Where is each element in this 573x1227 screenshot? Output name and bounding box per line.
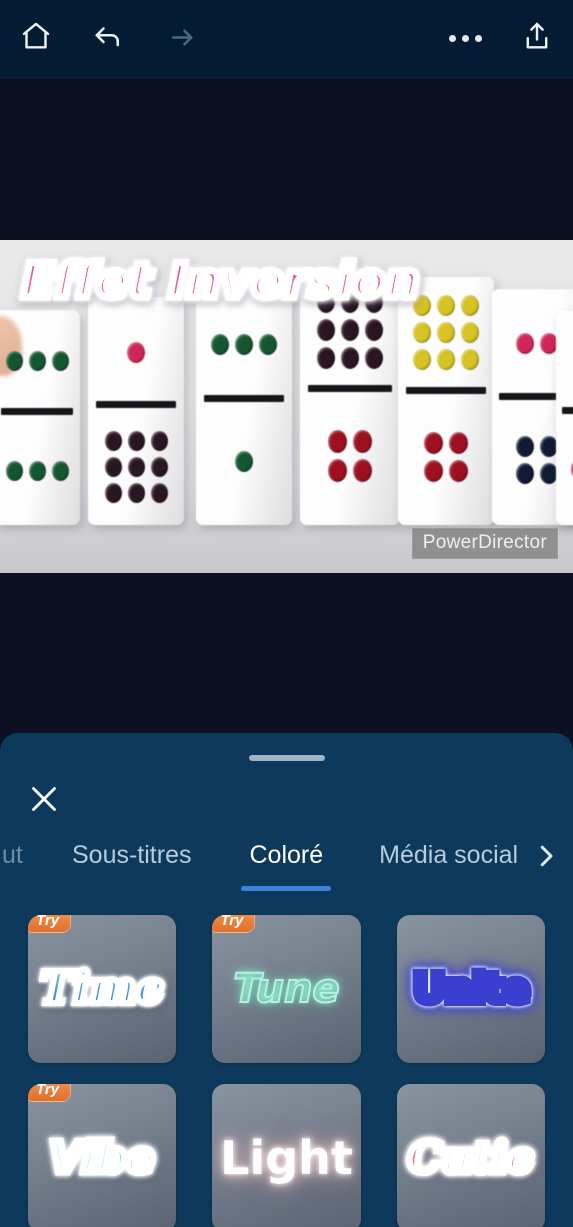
- more-options-icon: [448, 35, 482, 42]
- preset-card-unite[interactable]: Unite: [396, 915, 545, 1063]
- preset-sample-text: Light: [220, 1131, 353, 1185]
- preset-sample-text: Vibe: [50, 1137, 155, 1180]
- top-toolbar: [0, 0, 573, 78]
- preset-card-cutie[interactable]: Cutie: [396, 1084, 545, 1227]
- preset-card-tune[interactable]: Try Tune: [212, 915, 361, 1063]
- chevron-right-icon: [531, 841, 561, 876]
- export-icon: [520, 19, 554, 58]
- title-presets-sheet: ut Sous-titres Coloré Média social Try T…: [0, 733, 573, 1227]
- preset-card-light[interactable]: Light: [212, 1084, 361, 1227]
- preset-card-time[interactable]: Try Time: [28, 915, 177, 1063]
- home-button[interactable]: [0, 0, 72, 78]
- domino: [88, 297, 184, 525]
- preset-sample-text: Cutie: [408, 1137, 534, 1180]
- domino: [398, 277, 494, 525]
- tab-label: Média social: [379, 841, 519, 869]
- close-icon: [23, 787, 65, 824]
- redo-icon: [162, 18, 198, 59]
- video-title-overlay[interactable]: Effet Inversion: [22, 254, 420, 309]
- preset-thumbnail: Cutie: [396, 1084, 545, 1227]
- category-tabs: ut Sous-titres Coloré Média social: [0, 841, 573, 903]
- close-button[interactable]: [23, 778, 65, 820]
- video-editor-screen: Effet Inversion PowerDirector ut Sous-ti…: [0, 0, 573, 1227]
- preset-grid: Try Time Try Tune Unite Try Vibe: [0, 915, 573, 1227]
- preset-thumbnail: Try Time: [28, 915, 177, 1063]
- tab-label: ut: [2, 841, 23, 869]
- tab-underline: [241, 886, 332, 891]
- preset-thumbnail: Unite: [396, 915, 545, 1063]
- domino: [196, 287, 292, 525]
- undo-button[interactable]: [72, 0, 144, 78]
- more-options-button[interactable]: [429, 0, 501, 78]
- domino: [300, 273, 400, 525]
- tab-sous-titres[interactable]: Sous-titres: [70, 841, 193, 903]
- tabs-next-button[interactable]: [531, 841, 573, 903]
- tab-label: Coloré: [249, 841, 324, 869]
- home-icon: [19, 19, 53, 58]
- sheet-drag-handle[interactable]: [248, 755, 325, 761]
- try-badge: Try: [28, 1084, 72, 1102]
- tab-label: Sous-titres: [72, 841, 192, 869]
- tab-truncated[interactable]: ut: [0, 841, 34, 903]
- preset-thumbnail: Try Vibe: [28, 1084, 177, 1227]
- preset-sample-text: Tune: [232, 966, 340, 1012]
- preset-thumbnail: Light: [212, 1084, 361, 1227]
- video-frame: Effet Inversion PowerDirector: [0, 240, 573, 573]
- preset-card-vibe[interactable]: Try Vibe: [28, 1084, 177, 1227]
- tab-colore[interactable]: Coloré: [241, 841, 332, 903]
- domino: [0, 310, 80, 525]
- watermark: PowerDirector: [411, 528, 558, 559]
- export-button[interactable]: [501, 0, 573, 78]
- video-preview-canvas[interactable]: Effet Inversion PowerDirector: [0, 78, 573, 733]
- preset-thumbnail: Try Tune: [212, 915, 361, 1063]
- domino: [556, 311, 573, 525]
- redo-button[interactable]: [144, 0, 216, 78]
- undo-icon: [90, 18, 126, 59]
- try-badge: Try: [212, 915, 256, 933]
- preset-sample-text: Unite: [413, 969, 530, 1009]
- preset-sample-text: Time: [40, 967, 164, 1012]
- try-badge: Try: [28, 915, 72, 933]
- tab-media-social[interactable]: Média social: [377, 841, 520, 903]
